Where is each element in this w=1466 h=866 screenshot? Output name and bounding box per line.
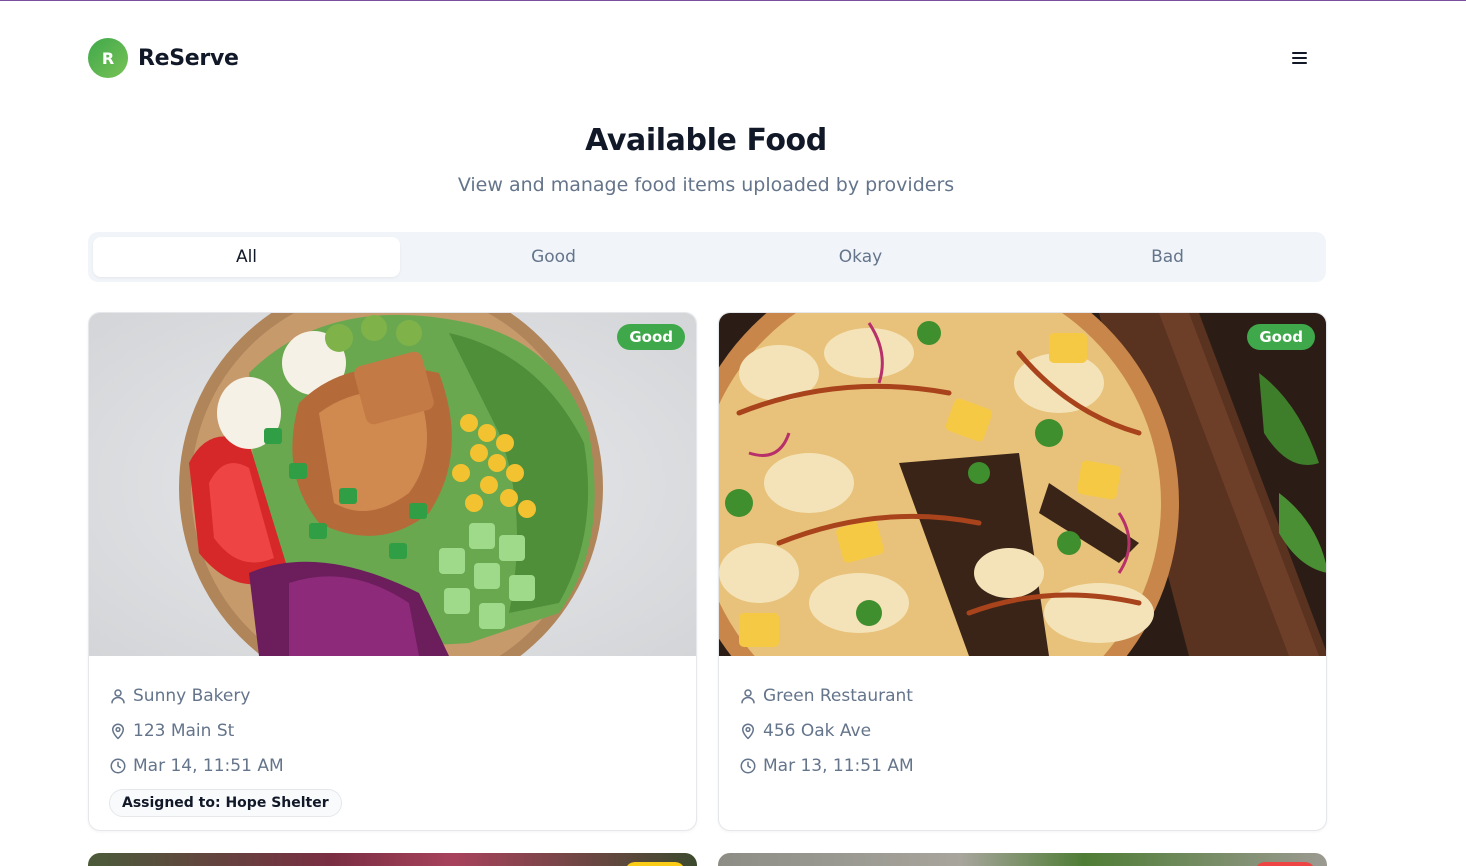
food-card-partial[interactable] — [718, 853, 1327, 866]
app-name: ReServe — [138, 45, 239, 71]
assigned-badge: Assigned to: Hope Shelter — [109, 789, 342, 817]
time-row: Mar 14, 11:51 AM — [109, 748, 676, 783]
timestamp: Mar 14, 11:51 AM — [133, 755, 284, 776]
page-subtitle: View and manage food items uploaded by p… — [457, 174, 955, 196]
user-icon — [111, 688, 125, 703]
card-details: Sunny Bakery 123 Main St Mar 14, 11:51 A… — [89, 656, 696, 817]
provider-name: Green Restaurant — [763, 685, 913, 706]
user-icon — [741, 688, 755, 703]
time-row: Mar 13, 11:51 AM — [739, 748, 1306, 783]
tab-all[interactable]: All — [93, 237, 400, 277]
address-row: 123 Main St — [109, 713, 676, 748]
quality-badge: Good — [1247, 324, 1315, 350]
brand[interactable]: R ReServe — [88, 38, 239, 78]
provider-row: Sunny Bakery — [109, 678, 676, 713]
address-row: 456 Oak Ave — [739, 713, 1306, 748]
quality-badge-partial — [1255, 862, 1315, 866]
address: 123 Main St — [133, 720, 235, 741]
food-image: Good — [719, 313, 1326, 656]
card-details: Green Restaurant 456 Oak Ave Mar 13, 11:… — [719, 656, 1326, 783]
tab-good[interactable]: Good — [400, 237, 707, 277]
menu-icon[interactable] — [1284, 43, 1314, 73]
quality-filter-tabs: All Good Okay Bad — [88, 232, 1326, 282]
app-header: R ReServe — [88, 38, 1326, 78]
food-image: Good — [89, 313, 696, 656]
clock-icon — [110, 758, 126, 773]
map-pin-icon — [112, 723, 124, 739]
page-title: Available Food — [585, 123, 827, 158]
quality-badge: Good — [617, 324, 685, 350]
food-card[interactable]: Good Sunny Bakery 123 Main St Mar 14, 11… — [88, 312, 697, 831]
logo: R — [88, 38, 128, 78]
food-card-partial[interactable] — [88, 853, 697, 866]
tab-bad[interactable]: Bad — [1014, 237, 1321, 277]
address: 456 Oak Ave — [763, 720, 872, 741]
tab-okay[interactable]: Okay — [707, 237, 1014, 277]
timestamp: Mar 13, 11:51 AM — [763, 755, 914, 776]
quality-badge-partial — [625, 862, 685, 866]
map-pin-icon — [742, 723, 754, 739]
clock-icon — [740, 758, 756, 773]
food-card[interactable]: Good Green Restaurant 456 Oak Ave Mar 13… — [718, 312, 1327, 831]
provider-row: Green Restaurant — [739, 678, 1306, 713]
provider-name: Sunny Bakery — [133, 685, 251, 706]
